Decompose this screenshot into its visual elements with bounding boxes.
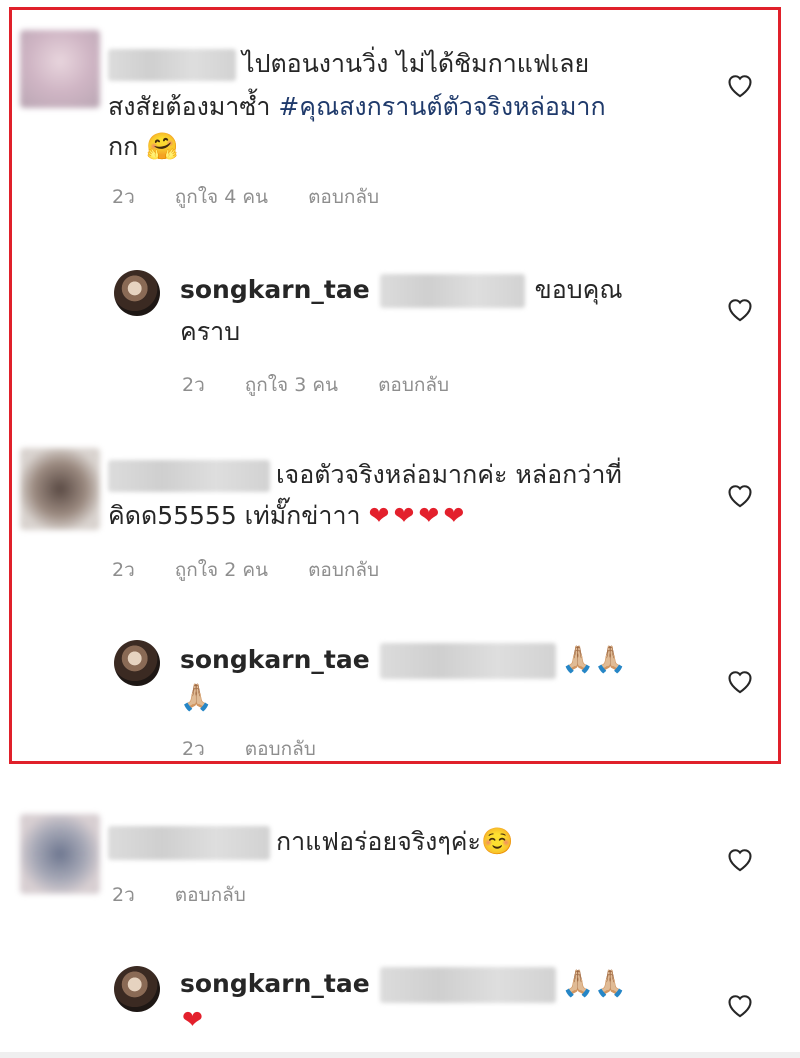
heart-outline-icon[interactable] [726,992,754,1018]
hashtag-link[interactable]: #คุณสงกรานต์ตัวจริงหล่อมาก [278,92,605,121]
comment-text: สงสัยต้องมาซ้ำ [108,92,279,121]
redacted-mention [379,967,556,1003]
comment-text: ไปตอนงานวิ่ง ไม่ได้ชิมกาแฟเลย [242,49,590,78]
comment-text: คราบ [180,317,241,346]
avatar[interactable] [114,270,160,316]
folded-hands-emoji: 🙏🏼🙏🏼 [561,645,627,675]
comment-text: คิดด55555 เท่มั๊กข่าาา [108,501,361,530]
timestamp: 2ว [182,738,205,760]
red-heart-emojis: ❤❤❤❤ [368,501,469,530]
likes-count[interactable]: ถูกใจ 3 คน [245,374,338,396]
reply-button[interactable]: ตอบกลับ [175,884,246,906]
avatar[interactable] [114,640,160,686]
hugging-emoji: 🤗 [146,132,179,162]
reply-button[interactable]: ตอบกลับ [308,559,379,581]
avatar[interactable] [114,966,160,1012]
reply-button[interactable]: ตอบกลับ [378,374,449,396]
redacted-username [108,826,270,860]
avatar[interactable] [20,30,100,108]
avatar[interactable] [20,814,100,894]
username-link[interactable]: songkarn_tae [180,645,370,674]
folded-hands-emoji: 🙏🏼🙏🏼 [561,969,627,999]
redacted-mention [379,274,525,308]
avatar[interactable] [20,448,100,530]
timestamp: 2ว [112,559,135,581]
heart-outline-icon[interactable] [726,296,754,322]
comment-text: กาแฟอร่อยจริงๆค่ะ [276,827,481,856]
red-heart-emoji: ❤ [182,1005,207,1034]
redacted-username [108,460,270,492]
smiling-emoji: ☺️ [480,827,514,857]
username-link[interactable]: songkarn_tae [180,275,370,304]
bottom-divider [0,1052,800,1058]
likes-count[interactable]: ถูกใจ 2 คน [175,559,268,581]
username-link[interactable]: songkarn_tae [180,969,370,998]
comment-text: ขอบคุณ [534,275,623,304]
likes-count[interactable]: ถูกใจ 4 คน [175,186,268,208]
timestamp: 2ว [112,884,135,906]
comment-text: กก [108,132,147,161]
heart-outline-icon[interactable] [726,482,754,508]
timestamp: 2ว [182,374,205,396]
folded-hands-emoji: 🙏🏼 [180,683,213,713]
heart-outline-icon[interactable] [726,846,754,872]
redacted-mention [379,643,556,679]
heart-outline-icon[interactable] [726,668,754,694]
comment-text: เจอตัวจริงหล่อมากค่ะ หล่อกว่าที่ [276,460,622,489]
reply-button[interactable]: ตอบกลับ [245,738,316,760]
redacted-username [108,49,236,81]
heart-outline-icon[interactable] [726,72,754,98]
reply-button[interactable]: ตอบกลับ [308,186,379,208]
timestamp: 2ว [112,186,135,208]
